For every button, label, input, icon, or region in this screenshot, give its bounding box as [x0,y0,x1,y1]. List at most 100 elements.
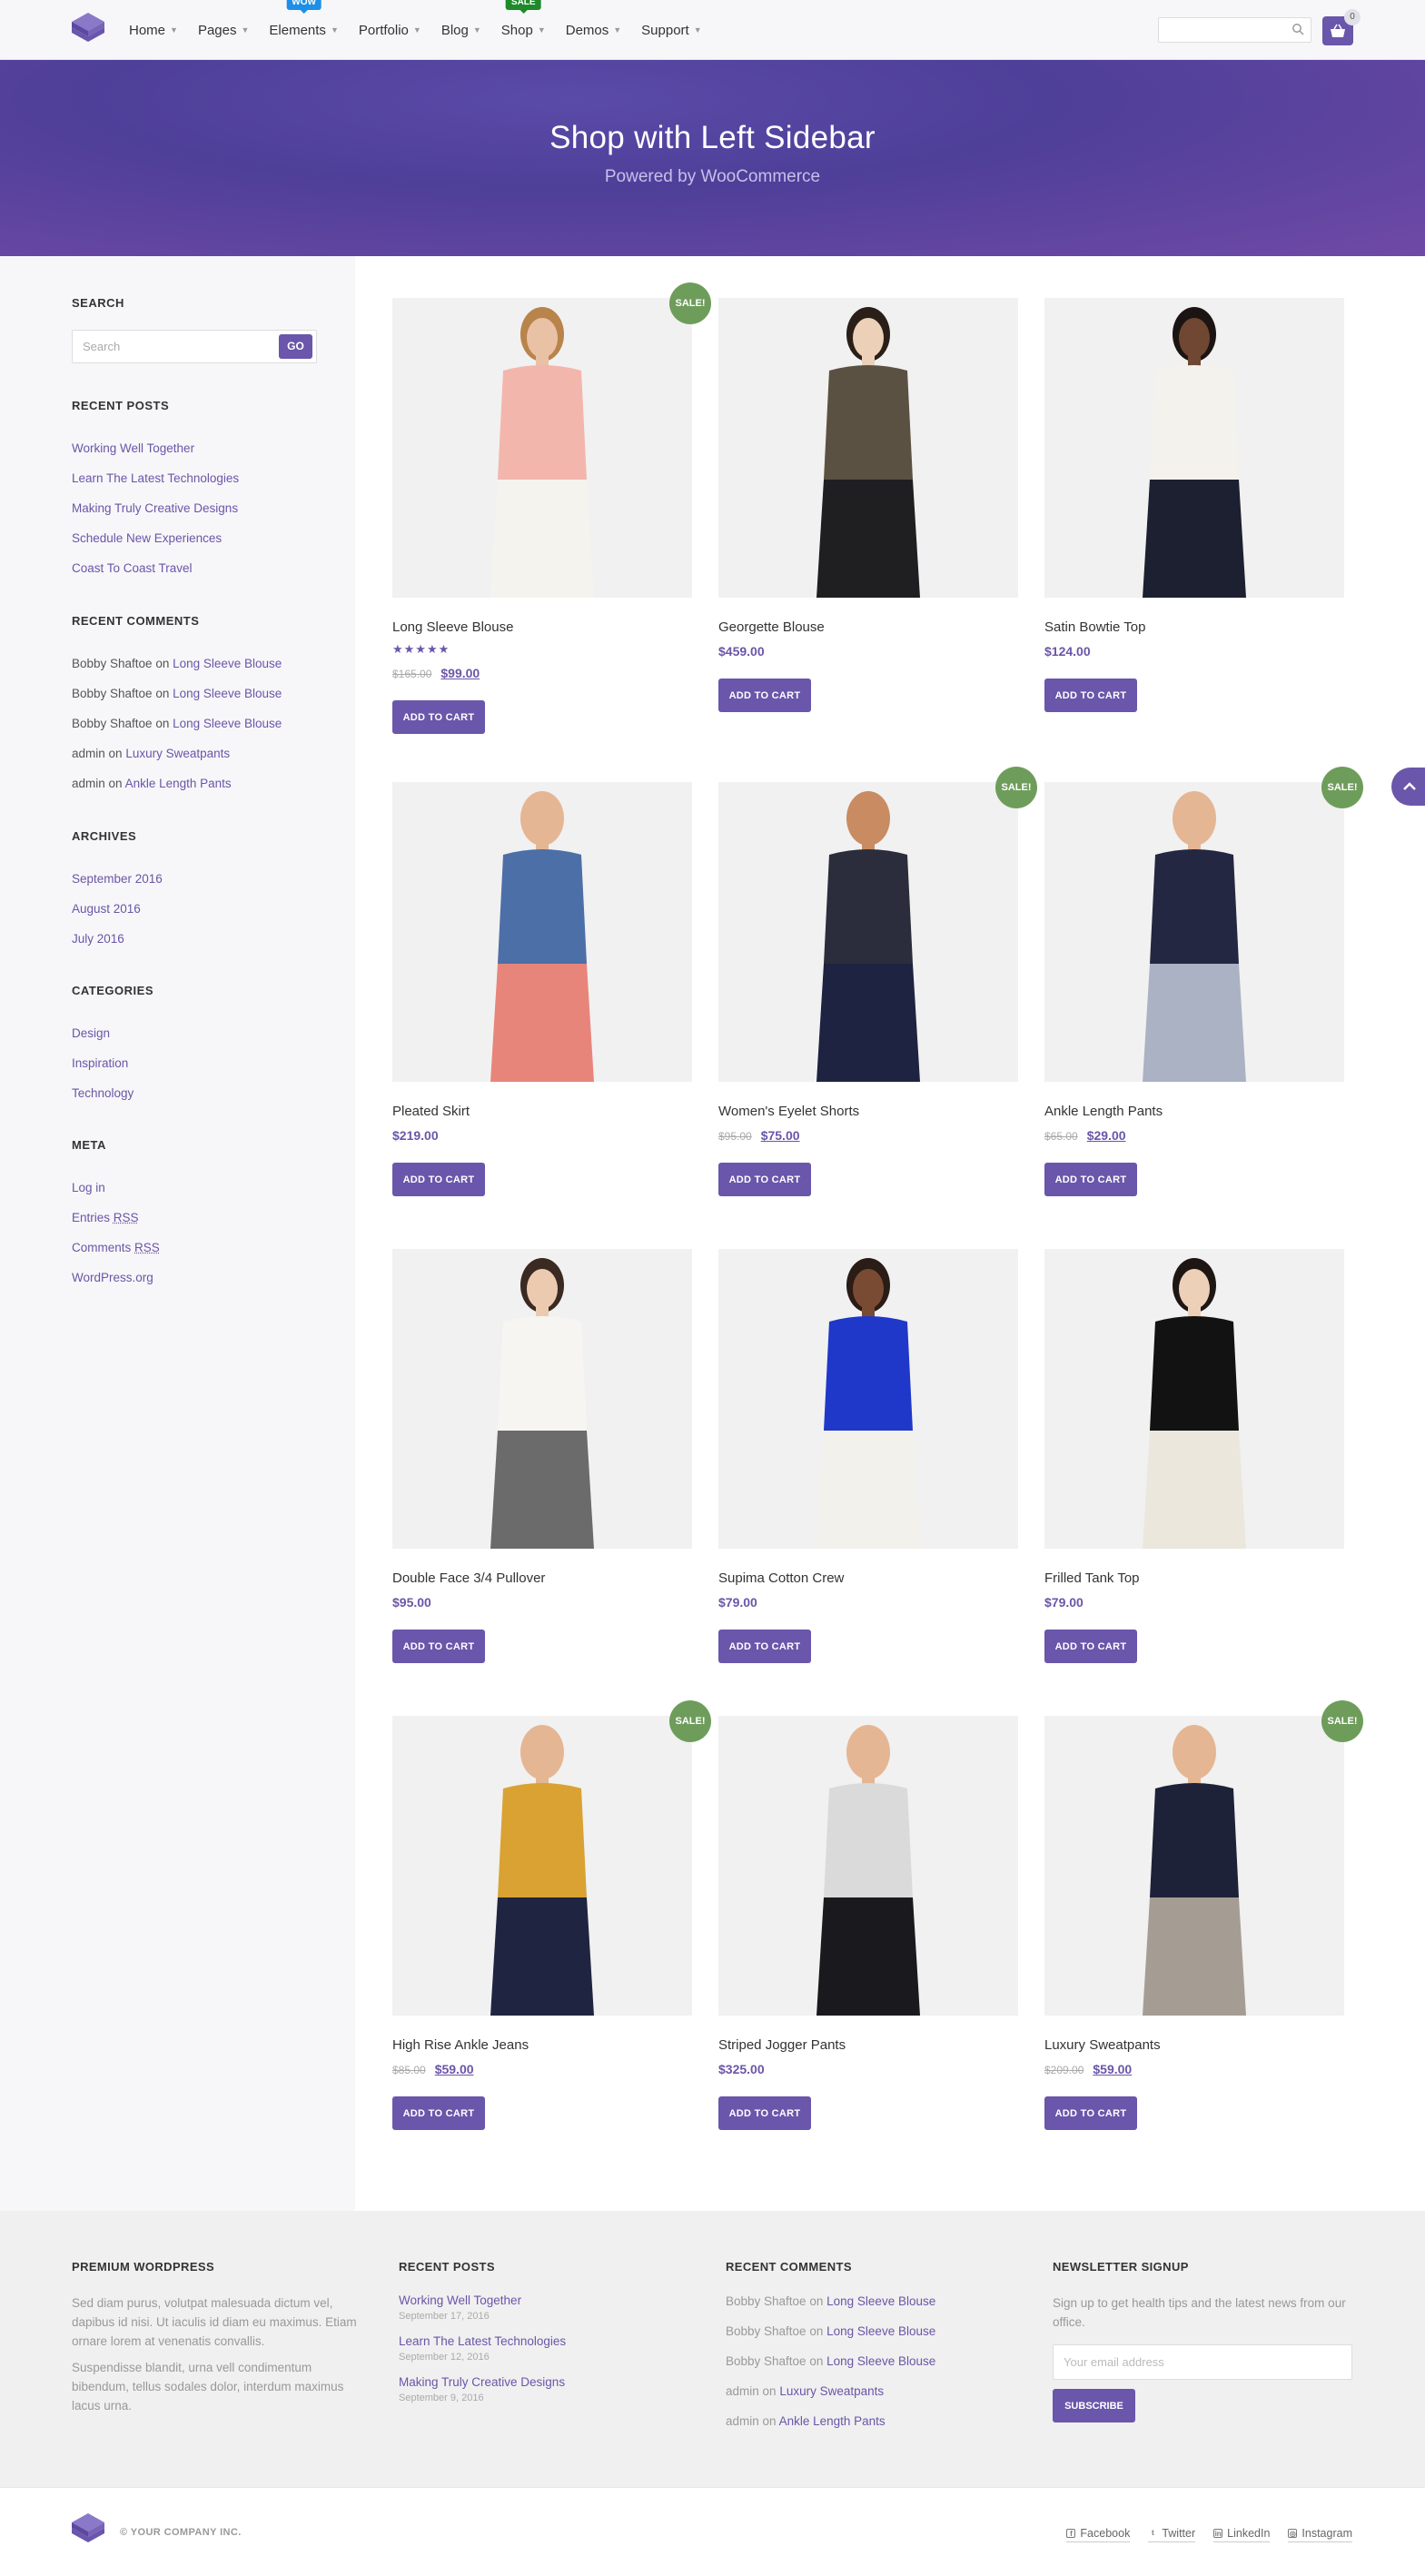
search-icon[interactable] [1291,23,1304,35]
product-title[interactable]: Double Face 3/4 Pullover [392,1570,692,1586]
add-to-cart-button[interactable]: ADD TO CART [392,1630,485,1663]
entries-rss-link[interactable]: Entries RSS [72,1211,139,1224]
product-image[interactable] [718,1249,1018,1549]
product-title[interactable]: Supima Cotton Crew [718,1570,1018,1586]
scroll-to-top-button[interactable] [1391,768,1425,806]
nav-shop[interactable]: SALE Shop ▼ [501,23,546,38]
recent-post-link[interactable]: Learn The Latest Technologies [72,471,239,485]
product-card[interactable]: SALE! Ankle Length Pants $65.00 $29.00 ADD T… [1044,782,1344,1196]
add-to-cart-button[interactable]: ADD TO CART [392,700,485,734]
product-image[interactable] [1044,298,1344,598]
product-image[interactable] [392,782,692,1082]
product-card[interactable]: SALE! Long Sleeve Blouse ★★★★★ $165.00 $99.0… [392,298,692,734]
comment-post-link[interactable]: Long Sleeve Blouse [826,2324,935,2338]
nav-blog[interactable]: Blog ▼ [441,23,481,38]
add-to-cart-button[interactable]: ADD TO CART [718,2096,811,2130]
chevron-down-icon: ▼ [538,25,546,35]
search-go-button[interactable]: GO [279,334,312,359]
nav-demos[interactable]: Demos ▼ [566,23,621,38]
product-card[interactable]: SALE! Women's Eyelet Shorts $95.00 $75.00 AD… [718,782,1018,1196]
product-card[interactable]: Supima Cotton Crew $79.00 ADD TO CART [718,1249,1018,1663]
product-image[interactable] [1044,1249,1344,1549]
subscribe-button[interactable]: SUBSCRIBE [1053,2389,1135,2422]
comment-post-link[interactable]: Long Sleeve Blouse [173,657,282,670]
login-link[interactable]: Log in [72,1181,105,1194]
social-link-facebook[interactable]: f Facebook [1066,2527,1130,2542]
nav-support[interactable]: Support ▼ [641,23,701,38]
footer-post-link[interactable]: Making Truly Creative Designs [399,2375,565,2389]
comment-post-link[interactable]: Long Sleeve Blouse [173,717,282,730]
archive-link[interactable]: September 2016 [72,872,163,886]
product-card[interactable]: Double Face 3/4 Pullover $95.00 ADD TO CAR… [392,1249,692,1663]
nav-pages[interactable]: Pages ▼ [198,23,249,38]
social-link-linkedin[interactable]: in LinkedIn [1213,2527,1270,2542]
add-to-cart-button[interactable]: ADD TO CART [718,679,811,712]
logo-icon[interactable] [70,11,106,49]
product-card[interactable]: Satin Bowtie Top $124.00 ADD TO CART [1044,298,1344,712]
archive-link[interactable]: July 2016 [72,932,124,946]
header-search-input[interactable] [1158,17,1311,43]
product-image[interactable] [718,298,1018,598]
add-to-cart-button[interactable]: ADD TO CART [1044,679,1137,712]
product-title[interactable]: Striped Jogger Pants [718,2037,1018,2053]
product-title[interactable]: Satin Bowtie Top [1044,619,1344,635]
product-title[interactable]: Women's Eyelet Shorts [718,1104,1018,1119]
recent-post-link[interactable]: Making Truly Creative Designs [72,501,238,515]
product-title[interactable]: Long Sleeve Blouse [392,619,692,635]
nav-elements[interactable]: WOW Elements ▼ [269,23,338,38]
product-image[interactable] [392,298,692,598]
comment-post-link[interactable]: Ankle Length Pants [779,2414,886,2428]
category-link[interactable]: Design [72,1026,110,1040]
social-link-twitter[interactable]: t Twitter [1148,2527,1195,2542]
product-card[interactable]: SALE! High Rise Ankle Jeans $85.00 $59.00 AD… [392,1716,692,2130]
archive-link[interactable]: August 2016 [72,902,141,916]
product-card[interactable]: SALE! Luxury Sweatpants $209.00 $59.00 ADD T… [1044,1716,1344,2130]
add-to-cart-button[interactable]: ADD TO CART [1044,1630,1137,1663]
add-to-cart-button[interactable]: ADD TO CART [392,2096,485,2130]
comment-post-link[interactable]: Ankle Length Pants [125,777,232,790]
comment-post-link[interactable]: Long Sleeve Blouse [826,2354,935,2368]
product-image[interactable] [392,1249,692,1549]
product-image[interactable] [1044,782,1344,1082]
product-image[interactable] [718,1716,1018,2016]
product-card[interactable]: Georgette Blouse $459.00 ADD TO CART [718,298,1018,712]
nav-home[interactable]: Home ▼ [129,23,178,38]
social-link-instagram[interactable]: ◎ Instagram [1288,2527,1352,2542]
comment-post-link[interactable]: Long Sleeve Blouse [826,2294,935,2308]
product-title[interactable]: Georgette Blouse [718,619,1018,635]
newsletter-email-input[interactable]: Your email address [1053,2344,1352,2380]
product-card[interactable]: Frilled Tank Top $79.00 ADD TO CART [1044,1249,1344,1663]
product-card[interactable]: Pleated Skirt $219.00 ADD TO CART [392,782,692,1196]
product-title[interactable]: Ankle Length Pants [1044,1104,1344,1119]
product-title[interactable]: Frilled Tank Top [1044,1570,1344,1586]
footer-post-link[interactable]: Learn The Latest Technologies [399,2334,566,2348]
comment-post-link[interactable]: Long Sleeve Blouse [173,687,282,700]
recent-post-link[interactable]: Working Well Together [72,441,194,455]
product-title[interactable]: Luxury Sweatpants [1044,2037,1344,2053]
add-to-cart-button[interactable]: ADD TO CART [392,1163,485,1196]
product-image[interactable] [392,1716,692,2016]
product-title[interactable]: Pleated Skirt [392,1104,692,1119]
comment-post-link[interactable]: Luxury Sweatpants [779,2384,884,2398]
recent-post-link[interactable]: Coast To Coast Travel [72,561,193,575]
wordpress-link[interactable]: WordPress.org [72,1271,153,1284]
category-link[interactable]: Inspiration [72,1056,128,1070]
product-image[interactable] [718,782,1018,1082]
product-card[interactable]: Striped Jogger Pants $325.00 ADD TO CART [718,1716,1018,2130]
nav-label: Shop [501,23,533,38]
nav-portfolio[interactable]: Portfolio ▼ [359,23,421,38]
recent-post-link[interactable]: Schedule New Experiences [72,531,222,545]
add-to-cart-button[interactable]: ADD TO CART [1044,1163,1137,1196]
comment-post-link[interactable]: Luxury Sweatpants [125,747,230,760]
category-link[interactable]: Technology [72,1086,134,1100]
cart-button[interactable]: 0 [1322,16,1353,45]
add-to-cart-button[interactable]: ADD TO CART [718,1163,811,1196]
product-image[interactable] [1044,1716,1344,2016]
footer-post-link[interactable]: Working Well Together [399,2294,521,2307]
product-title[interactable]: High Rise Ankle Jeans [392,2037,692,2053]
add-to-cart-button[interactable]: ADD TO CART [1044,2096,1137,2130]
comments-rss-link[interactable]: Comments RSS [72,1241,160,1254]
add-to-cart-button[interactable]: ADD TO CART [718,1630,811,1663]
sidebar-search-input[interactable]: Search GO [72,330,317,363]
footer-logo-icon[interactable] [70,2512,106,2550]
